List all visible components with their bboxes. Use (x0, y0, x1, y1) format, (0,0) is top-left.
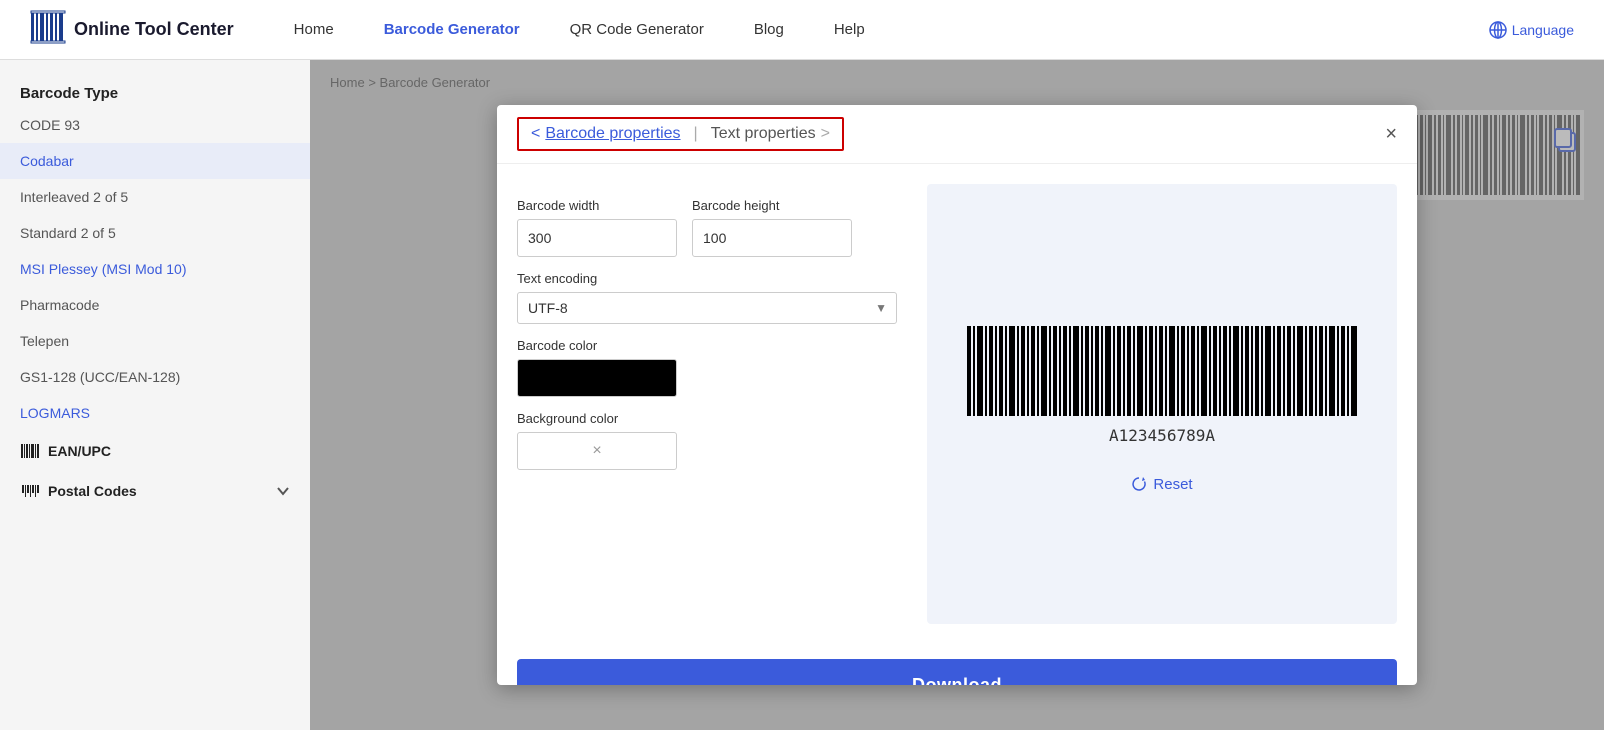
sidebar-section-postal-label: Postal Codes (48, 483, 137, 499)
nav-help[interactable]: Help (834, 21, 865, 38)
barcode-ean-icon (20, 441, 40, 461)
barcode-width-label: Barcode width (517, 198, 677, 213)
sidebar-item-interleaved[interactable]: Interleaved 2 of 5 (0, 179, 310, 215)
globe-icon (1489, 21, 1507, 39)
logo-area[interactable]: Online Tool Center (30, 9, 234, 50)
sidebar-item-code93[interactable]: CODE 93 (0, 107, 310, 143)
logo-text: Online Tool Center (74, 19, 234, 40)
modal-body: Barcode width ▲ ▼ Barco (497, 164, 1417, 644)
text-encoding-select-wrap: UTF-8 ASCII ISO-8859-1 ▼ (517, 292, 897, 324)
reset-label: Reset (1153, 476, 1192, 493)
sidebar-item-pharmacode[interactable]: Pharmacode (0, 287, 310, 323)
language-label: Language (1512, 22, 1574, 38)
text-encoding-select[interactable]: UTF-8 ASCII ISO-8859-1 (517, 292, 897, 324)
sidebar-item-telepen[interactable]: Telepen (0, 323, 310, 359)
background-color-swatch[interactable]: × (517, 432, 677, 470)
modal-overlay: < Barcode properties | Text properties >… (310, 60, 1604, 730)
sidebar-section-ean[interactable]: EAN/UPC (0, 431, 310, 471)
sidebar-item-msi[interactable]: MSI Plessey (MSI Mod 10) (0, 251, 310, 287)
sidebar-item-gs1128[interactable]: GS1-128 (UCC/EAN-128) (0, 359, 310, 395)
barcode-preview-svg: A123456789A (962, 316, 1362, 456)
sidebar-item-codabar[interactable]: Codabar (0, 143, 310, 179)
tab-right-arrow: > (821, 125, 830, 143)
text-encoding-group: Text encoding UTF-8 ASCII ISO-8859-1 ▼ (517, 271, 907, 324)
sidebar-item-standard2of5[interactable]: Standard 2 of 5 (0, 215, 310, 251)
modal-close-button[interactable]: × (1385, 124, 1397, 144)
reset-button[interactable]: Reset (1131, 476, 1192, 493)
background-color-label: Background color (517, 411, 907, 426)
barcode-color-label: Barcode color (517, 338, 907, 353)
content-area: Home > Barcode Generator (310, 60, 1604, 730)
tab-barcode-properties[interactable]: Barcode properties (545, 125, 680, 143)
nav-blog[interactable]: Blog (754, 21, 784, 38)
sidebar: Barcode Type CODE 93 Codabar Interleaved… (0, 60, 310, 730)
modal-tabs: < Barcode properties | Text properties > (517, 117, 844, 151)
barcode-logo-icon (30, 9, 66, 50)
barcode-color-group: Barcode color (517, 338, 907, 397)
background-color-group: Background color × (517, 411, 907, 470)
barcode-height-group: Barcode height ▲ ▼ (692, 184, 852, 257)
dimensions-row: Barcode width ▲ ▼ Barco (517, 184, 907, 257)
barcode-width-group: Barcode width ▲ ▼ (517, 184, 677, 257)
barcode-height-input-wrap: ▲ ▼ (692, 219, 852, 257)
text-encoding-label: Text encoding (517, 271, 907, 286)
nav-home[interactable]: Home (294, 21, 334, 38)
language-button[interactable]: Language (1489, 21, 1574, 39)
tab-left-arrow: < (531, 125, 540, 143)
sidebar-section-title: Barcode Type (0, 75, 310, 107)
modal-dialog: < Barcode properties | Text properties >… (497, 105, 1417, 685)
sidebar-item-logmars[interactable]: LOGMARS (0, 395, 310, 431)
chevron-down-icon (276, 484, 290, 498)
nav-qr-code-generator[interactable]: QR Code Generator (570, 21, 704, 38)
svg-text:A123456789A: A123456789A (1109, 426, 1215, 445)
main-nav: Home Barcode Generator QR Code Generator… (294, 21, 1489, 38)
barcode-color-swatch[interactable] (517, 359, 677, 397)
tab-text-properties[interactable]: Text properties (711, 125, 816, 143)
barcode-postal-icon (20, 481, 40, 501)
download-button[interactable]: Download (517, 659, 1397, 685)
tab-separator: | (694, 125, 698, 143)
barcode-height-label: Barcode height (692, 198, 852, 213)
sidebar-section-postal[interactable]: Postal Codes (0, 471, 310, 511)
barcode-width-input[interactable] (518, 224, 677, 252)
header: Online Tool Center Home Barcode Generato… (0, 0, 1604, 60)
modal-preview: A123456789A Reset (927, 184, 1397, 624)
barcode-preview: A123456789A (962, 316, 1362, 461)
sidebar-section-ean-label: EAN/UPC (48, 443, 111, 459)
modal-form: Barcode width ▲ ▼ Barco (517, 184, 907, 624)
main-layout: Barcode Type CODE 93 Codabar Interleaved… (0, 60, 1604, 730)
reset-icon (1131, 476, 1147, 492)
download-section: Download (497, 644, 1417, 685)
background-color-clear-icon: × (592, 442, 601, 460)
barcode-width-input-wrap: ▲ ▼ (517, 219, 677, 257)
modal-header: < Barcode properties | Text properties >… (497, 105, 1417, 164)
barcode-height-input[interactable] (693, 224, 852, 252)
nav-barcode-generator[interactable]: Barcode Generator (384, 21, 520, 38)
